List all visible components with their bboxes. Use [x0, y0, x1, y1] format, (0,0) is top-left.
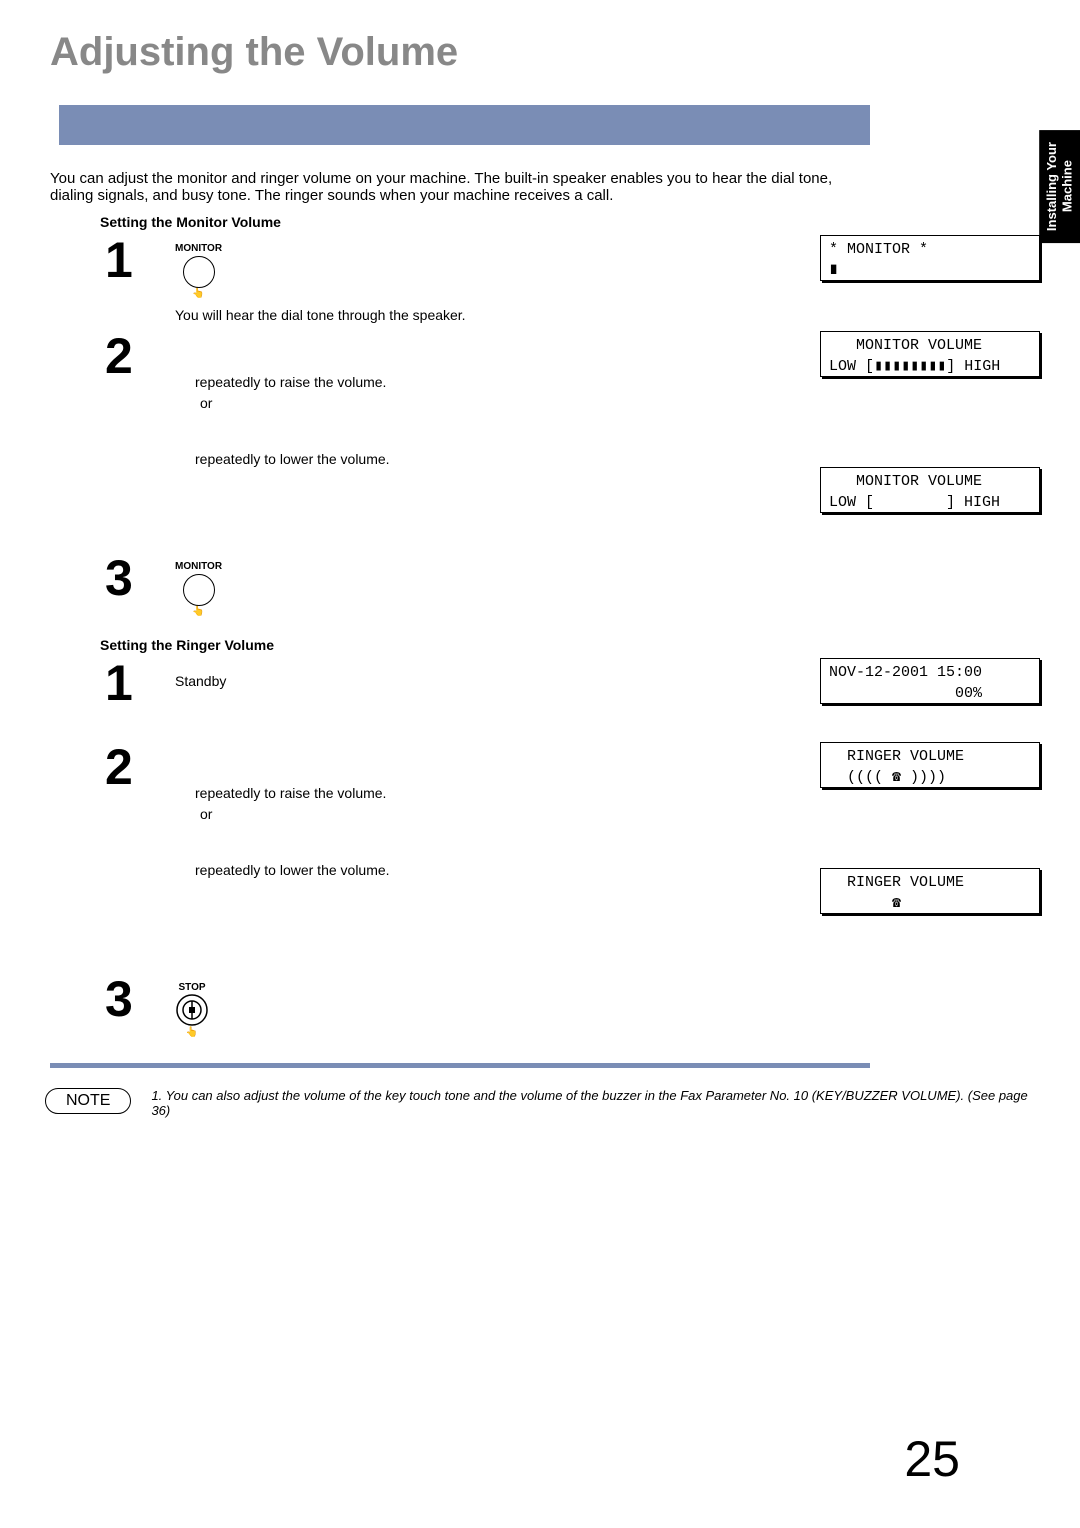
lcd-display-monitor-high: MONITOR VOLUME LOW [▮▮▮▮▮▮▮▮] HIGH	[820, 331, 1040, 377]
step-2-raise-text: repeatedly to raise the volume.	[195, 339, 386, 390]
ringer-section-heading: Setting the Ringer Volume	[100, 637, 1030, 653]
page-content: Adjusting the Volume You can adjust the …	[0, 0, 1080, 1528]
monitor-section-heading: Setting the Monitor Volume	[100, 214, 1030, 230]
step-number: 1	[105, 658, 175, 708]
page-title: Adjusting the Volume	[50, 30, 1030, 75]
press-hand-icon: 👆	[175, 288, 222, 299]
note-section: NOTE 1. You can also adjust the volume o…	[50, 1088, 1030, 1118]
monitor-button-icon: MONITOR 👆	[175, 243, 222, 299]
monitor-button-label: MONITOR	[175, 561, 222, 572]
step-number: 3	[105, 974, 175, 1024]
ringer-step-1-text: Standby	[175, 658, 820, 689]
ringer-step-3: 3 STOP 👆	[50, 974, 1030, 1038]
note-text: 1. You can also adjust the volume of the…	[151, 1088, 1030, 1118]
divider	[50, 1063, 870, 1068]
lcd-display-monitor: * MONITOR * ∎	[820, 235, 1040, 281]
stop-button-icon: STOP 👆	[175, 982, 209, 1038]
lcd-display-ringer-low: RINGER VOLUME ☎	[820, 868, 1040, 914]
ringer-raise-text: repeatedly to raise the volume.	[195, 750, 386, 801]
lcd-display-monitor-low: MONITOR VOLUME LOW [ ] HIGH	[820, 467, 1040, 513]
monitor-button-icon: MONITOR 👆	[175, 561, 222, 617]
ringer-step-2: 2 ↕VOL. DIRECTORY SEARCH FUNCTION 👆	[50, 742, 1030, 944]
page-number: 25	[904, 1430, 960, 1488]
ringer-step-1: 1 Standby NOV-12-2001 15:00 00%	[50, 658, 1030, 734]
step-2-lower-text: repeatedly to lower the volume.	[195, 416, 390, 467]
note-label: NOTE	[45, 1088, 131, 1114]
or-label: or	[200, 395, 820, 411]
intro-text: You can adjust the monitor and ringer vo…	[50, 170, 840, 204]
monitor-step-2: 2 ↕VOL. DIRECTORY SEARCH FUNCTION 👆	[50, 331, 1030, 543]
step-number: 1	[105, 235, 175, 285]
lcd-display-ringer-high: RINGER VOLUME (((( ☎ ))))	[820, 742, 1040, 788]
press-hand-icon: 👆	[175, 1027, 209, 1038]
step-number: 2	[105, 331, 175, 381]
monitor-button-label: MONITOR	[175, 243, 222, 254]
press-hand-icon: 👆	[175, 606, 222, 617]
stop-button-label: STOP	[175, 982, 209, 993]
section-bar	[50, 105, 870, 145]
step-number: 3	[105, 553, 175, 603]
lcd-display-standby: NOV-12-2001 15:00 00%	[820, 658, 1040, 704]
step-1-text: You will hear the dial tone through the …	[175, 307, 820, 323]
monitor-step-1: 1 MONITOR 👆 You will hear the dial tone …	[50, 235, 1030, 323]
monitor-step-3: 3 MONITOR 👆	[50, 553, 1030, 617]
or-label: or	[200, 806, 820, 822]
ringer-lower-text: repeatedly to lower the volume.	[195, 827, 390, 878]
step-number: 2	[105, 742, 175, 792]
